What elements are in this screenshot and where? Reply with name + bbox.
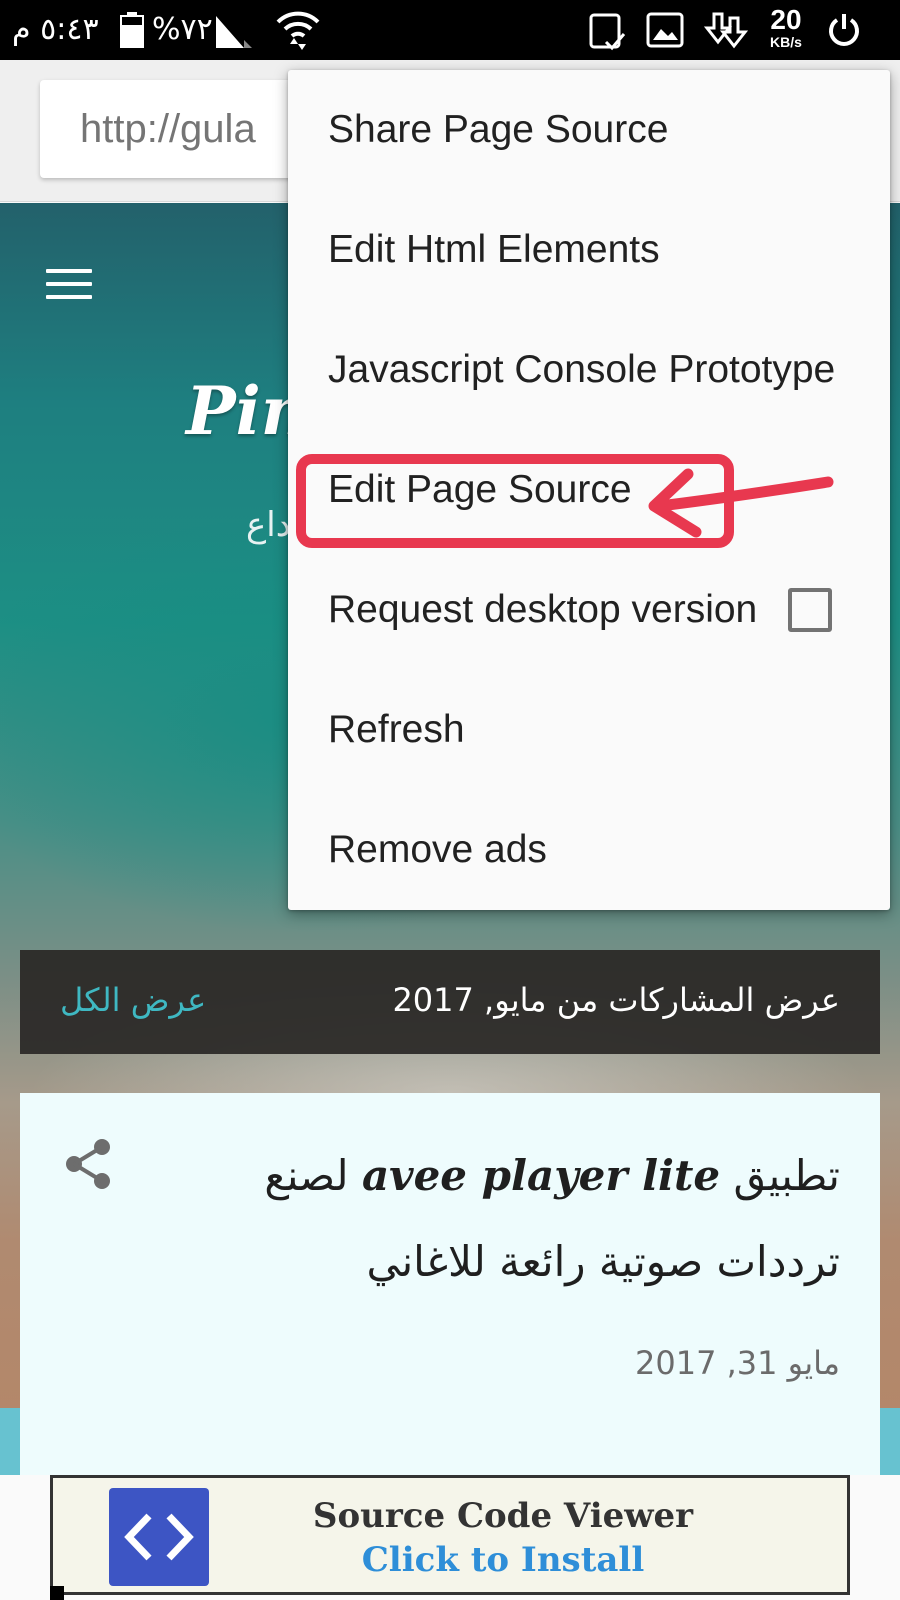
screenshot-icon xyxy=(589,13,626,51)
menu-item-javascript-console[interactable]: Javascript Console Prototype xyxy=(288,310,890,430)
post-card: تطبيق avee player lite لصنع ترددات صوتية… xyxy=(20,1093,880,1475)
menu-item-edit-html-elements[interactable]: Edit Html Elements xyxy=(288,190,890,310)
url-text: http://gula xyxy=(80,107,256,151)
post-title-prefix: تطبيق xyxy=(733,1151,840,1200)
overflow-menu: Share Page Source Edit Html Elements Jav… xyxy=(288,70,890,910)
blog-description: داع xyxy=(246,505,291,545)
show-all-link[interactable]: عرض الكل xyxy=(60,976,206,1024)
menu-item-label: Refresh xyxy=(328,708,465,751)
signal-icon xyxy=(216,16,252,48)
menu-item-label: Remove ads xyxy=(328,828,547,871)
network-speed: 20 KB/s xyxy=(760,4,812,51)
menu-item-label: Edit Page Source xyxy=(328,468,632,511)
menu-item-label: Share Page Source xyxy=(328,108,669,151)
menu-item-refresh[interactable]: Refresh xyxy=(288,670,890,790)
desktop-version-checkbox[interactable] xyxy=(788,588,832,632)
power-icon xyxy=(829,14,859,46)
hamburger-menu-icon[interactable] xyxy=(46,269,92,305)
ad-title: Source Code Viewer xyxy=(312,1496,694,1536)
menu-item-request-desktop[interactable]: Request desktop version xyxy=(288,550,890,670)
ad-install-link[interactable]: Click to Install xyxy=(253,1540,753,1580)
network-speed-value: 20 xyxy=(770,4,802,35)
post-date: مايو 31, 2017 xyxy=(635,1344,840,1382)
filter-bar: عرض المشاركات من مايو, 2017 عرض الكل xyxy=(20,950,880,1054)
wifi-icon xyxy=(276,11,320,50)
code-brackets-icon xyxy=(109,1488,209,1586)
ad-close-icon[interactable] xyxy=(50,1586,64,1600)
ad-area: Source Code Viewer Click to Install xyxy=(0,1475,900,1600)
ad-banner[interactable]: Source Code Viewer Click to Install xyxy=(50,1475,850,1595)
download-icon xyxy=(704,12,748,49)
battery-icon xyxy=(120,12,144,48)
menu-item-edit-page-source[interactable]: Edit Page Source xyxy=(288,430,890,550)
menu-item-remove-ads[interactable]: Remove ads xyxy=(288,790,890,910)
battery-percent: %٧٢ xyxy=(152,12,213,47)
menu-item-label: Request desktop version xyxy=(328,588,758,631)
gallery-icon xyxy=(646,12,684,48)
filter-message: عرض المشاركات من مايو, 2017 xyxy=(392,981,840,1019)
post-title[interactable]: تطبيق avee player lite لصنع ترددات صوتية… xyxy=(180,1133,840,1305)
share-icon[interactable] xyxy=(64,1137,114,1191)
menu-item-share-page-source[interactable]: Share Page Source xyxy=(288,70,890,190)
network-speed-unit: KB/s xyxy=(770,34,802,50)
status-bar: ٥:٤٣ م %٧٢ 20 KB/s xyxy=(0,0,900,60)
post-app-name: avee player lite xyxy=(361,1151,721,1200)
menu-item-label: Javascript Console Prototype xyxy=(328,348,836,391)
status-time: ٥:٤٣ م xyxy=(12,12,99,47)
menu-item-label: Edit Html Elements xyxy=(328,228,660,271)
